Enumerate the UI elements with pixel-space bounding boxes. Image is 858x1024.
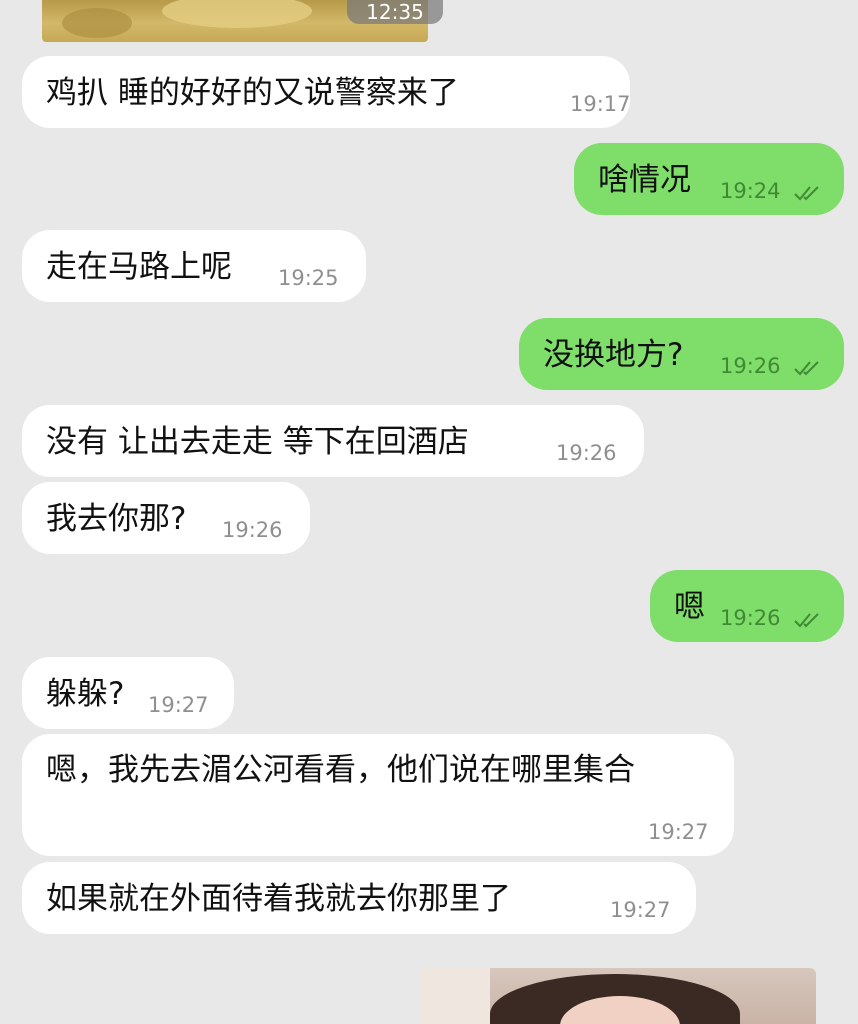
double-check-icon [794,613,819,628]
message-bubble-incoming[interactable]: 躲躲? 19:27 [22,657,234,729]
message-text: 走在马路上呢 [46,249,232,285]
media-blur [62,8,132,38]
message-text: 如果就在外面待着我就去你那里了 [46,881,511,917]
message-bubble-incoming[interactable]: 我去你那? 19:26 [22,482,310,554]
message-time: 19:17 [570,92,631,116]
message-time: 19:26 [720,606,781,630]
message-bubble-incoming[interactable]: 没有 让出去走走 等下在回酒店 19:26 [22,405,644,477]
media-blur [162,0,312,28]
message-bubble-outgoing[interactable]: 嗯 19:26 [650,570,844,642]
message-bubble-outgoing[interactable]: 啥情况 19:24 [574,143,844,215]
message-bubble-incoming[interactable]: 走在马路上呢 19:25 [22,230,366,302]
message-text: 躲躲? [46,676,125,712]
double-check-icon [794,361,819,376]
message-time: 19:27 [648,820,709,844]
message-text: 没有 让出去走走 等下在回酒店 [46,424,469,460]
media-timestamp-overlay: 12:35 [347,0,443,24]
double-check-icon [794,186,819,201]
message-text: 我去你那? [46,501,187,537]
message-time: 19:26 [556,441,617,465]
message-time: 19:26 [720,354,781,378]
message-time: 19:27 [148,693,209,717]
message-time: 19:26 [222,518,283,542]
message-time: 19:24 [720,179,781,203]
message-text: 嗯 [674,589,705,625]
message-bubble-incoming[interactable]: 鸡扒 睡的好好的又说警察来了 19:17 [22,56,631,128]
media-background [420,968,490,1024]
message-text: 鸡扒 睡的好好的又说警察来了 [46,75,459,111]
bottom-media-image[interactable] [420,968,816,1024]
message-time: 19:25 [278,266,339,290]
message-text: 嗯，我先去湄公河看看，他们说在哪里集合 [46,752,635,788]
message-text: 没换地方? [543,337,684,373]
message-bubble-incoming[interactable]: 嗯，我先去湄公河看看，他们说在哪里集合 19:27 [22,734,734,856]
message-text: 啥情况 [598,162,691,198]
message-time: 19:27 [610,898,671,922]
message-bubble-incoming[interactable]: 如果就在外面待着我就去你那里了 19:27 [22,862,696,934]
message-bubble-outgoing[interactable]: 没换地方? 19:26 [519,318,844,390]
